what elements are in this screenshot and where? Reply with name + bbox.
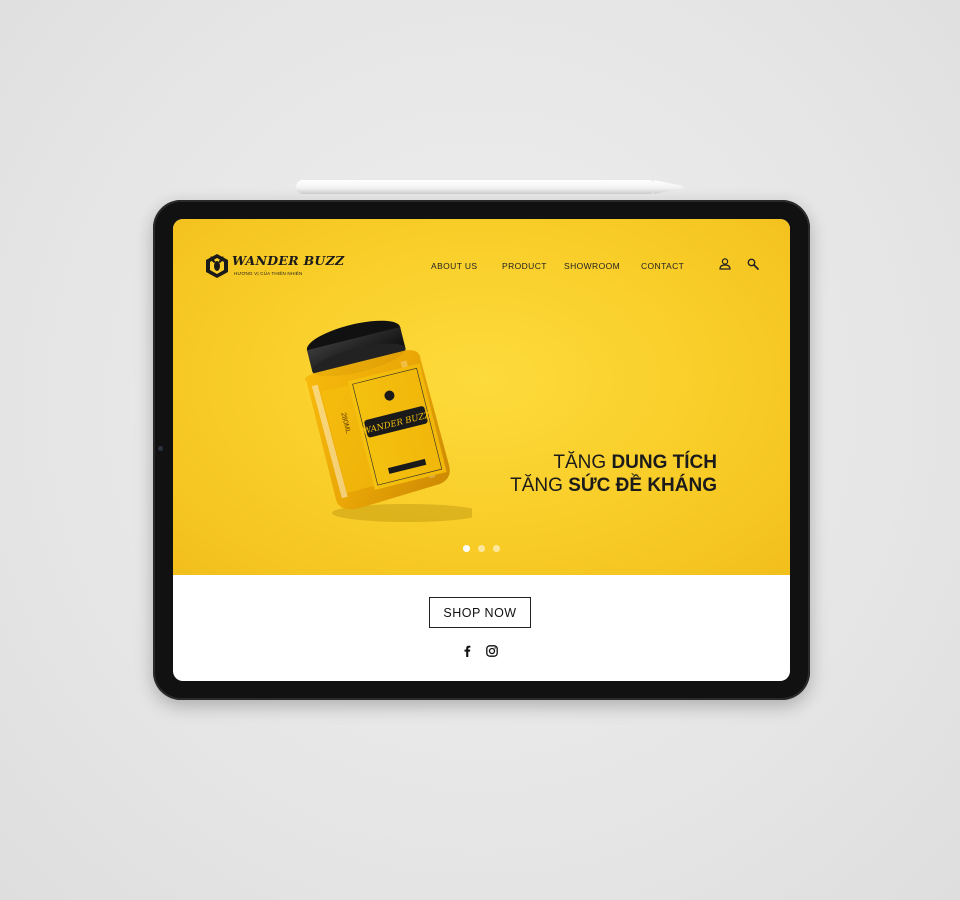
- search-icon[interactable]: [746, 257, 760, 271]
- brand-name: WANDER BUZZ: [232, 253, 345, 268]
- brand-tagline: HƯƠNG VỊ CỦA THIÊN NHIÊN: [234, 271, 303, 276]
- carousel-dot-1[interactable]: [463, 545, 470, 552]
- headline-line-2-bold: SỨC ĐỀ KHÁNG: [568, 475, 717, 496]
- instagram-icon[interactable]: [485, 644, 499, 658]
- nav-product[interactable]: PRODUCT: [502, 261, 547, 271]
- headline-line-1-regular: TĂNG: [553, 452, 612, 473]
- hero-headline: TĂNG DUNG TÍCH TĂNG SỨC ĐỀ KHÁNG: [510, 451, 717, 497]
- headline-line-1-bold: DUNG TÍCH: [611, 452, 717, 473]
- front-camera: [158, 446, 163, 451]
- nav-showroom[interactable]: SHOWROOM: [564, 261, 620, 271]
- carousel-dot-3[interactable]: [493, 545, 500, 552]
- honey-jar-image: WANDER BUZZ 280ML: [305, 320, 472, 522]
- headline-line-2: TĂNG SỨC ĐỀ KHÁNG: [510, 474, 717, 497]
- nav-about-us[interactable]: ABOUT US: [431, 261, 478, 271]
- headline-line-1: TĂNG DUNG TÍCH: [510, 451, 717, 474]
- website-screen: WANDER BUZZ HƯƠNG VỊ CỦA THIÊN NHIÊN ABO…: [173, 219, 790, 681]
- nav-contact[interactable]: CONTACT: [641, 261, 684, 271]
- brand-logo[interactable]: WANDER BUZZ HƯƠNG VỊ CỦA THIÊN NHIÊN: [203, 249, 344, 283]
- hero-banner: WANDER BUZZ HƯƠNG VỊ CỦA THIÊN NHIÊN ABO…: [173, 219, 790, 575]
- user-icon[interactable]: [718, 257, 732, 271]
- bee-logo-icon: [206, 254, 228, 278]
- carousel-dots: [463, 545, 503, 553]
- headline-line-2-regular: TĂNG: [510, 475, 569, 496]
- stylus-pencil: [296, 180, 684, 194]
- facebook-icon[interactable]: [460, 644, 474, 658]
- tablet-device: WANDER BUZZ HƯƠNG VỊ CỦA THIÊN NHIÊN ABO…: [153, 200, 810, 700]
- shop-now-button[interactable]: SHOP NOW: [429, 597, 531, 628]
- carousel-dot-2[interactable]: [478, 545, 485, 552]
